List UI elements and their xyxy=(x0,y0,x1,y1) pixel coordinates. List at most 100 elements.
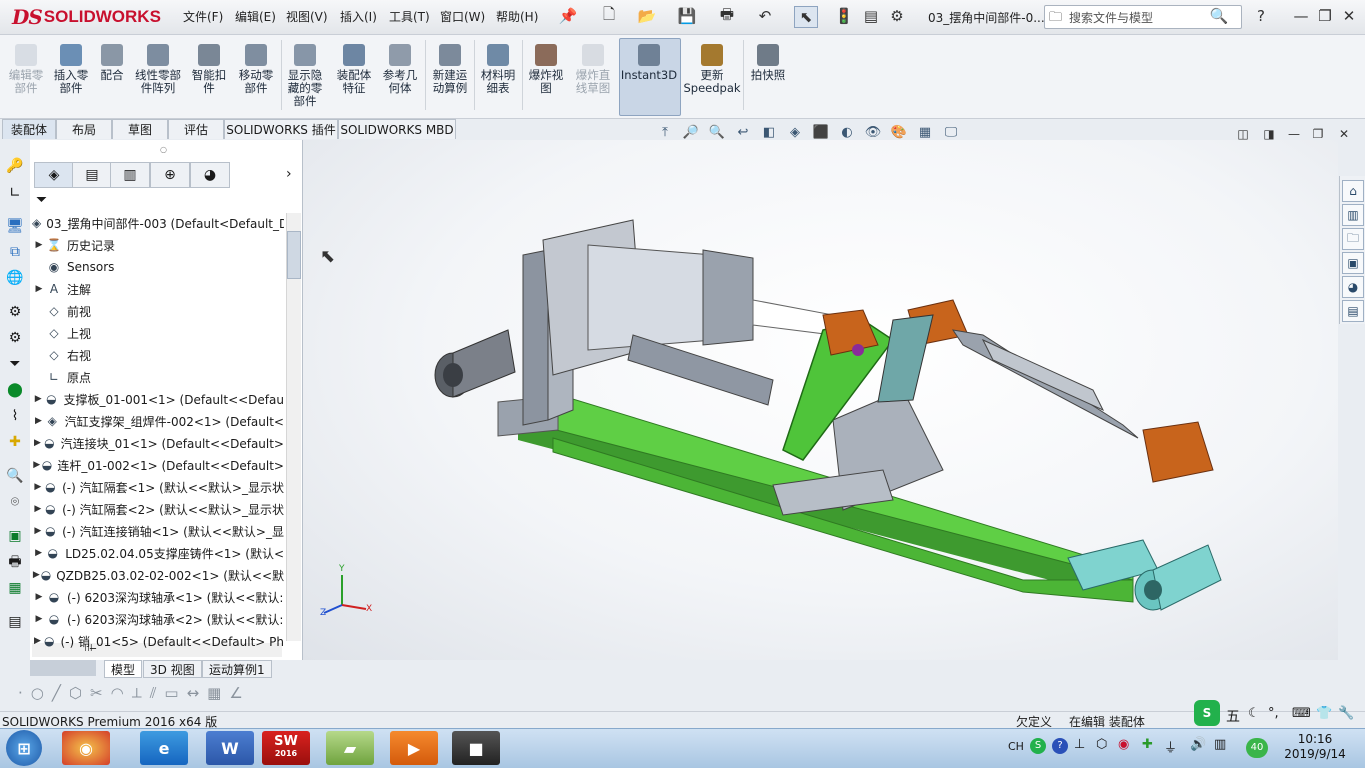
dimension-icon[interactable]: ↔ xyxy=(187,684,200,702)
new-document-icon[interactable]: 🗋 xyxy=(598,5,620,26)
minimize-icon[interactable]: — xyxy=(1290,6,1312,26)
expand-arrow-icon[interactable]: ▶ xyxy=(32,614,46,624)
expand-arrow-icon[interactable]: ▶ xyxy=(32,548,45,558)
tree-scroll-thumb[interactable] xyxy=(287,231,301,279)
zoom-to-fit-icon[interactable]: 🔎 xyxy=(681,123,701,141)
tab-model[interactable]: 模型 xyxy=(104,660,143,678)
circle-icon[interactable]: ○ xyxy=(31,684,44,702)
exploded-view-button[interactable]: 爆炸视图 xyxy=(525,38,567,112)
printer-icon[interactable]: 🖶 xyxy=(5,554,25,570)
help-icon[interactable]: ? xyxy=(1250,6,1272,26)
expand-arrow-icon[interactable]: ▶ xyxy=(32,284,46,294)
solidworks-taskbar-icon[interactable]: SW 2016 xyxy=(262,731,310,765)
tree-item[interactable]: ▶ ◒ (-) 6203深沟球轴承<2> (默认<<默认: xyxy=(32,608,284,630)
pin-icon[interactable]: 📌 xyxy=(557,6,579,26)
bucket-icon[interactable]: ⏷ xyxy=(5,356,25,372)
trim-icon[interactable]: ✂ xyxy=(90,684,103,702)
tray-usb-icon[interactable]: ⏚ xyxy=(1164,737,1177,756)
tree-item[interactable]: ▶ ◒ (-) 汽缸连接销轴<1> (默认<<默认>_显 xyxy=(32,520,284,542)
traffic-light-icon[interactable]: 🚦 xyxy=(833,6,855,26)
key-icon[interactable]: 🔑 xyxy=(5,158,25,174)
media-player-icon[interactable]: ▶ xyxy=(390,731,438,765)
expand-arrow-icon[interactable]: ▶ xyxy=(32,438,43,448)
expand-arrow-icon[interactable]: ▶ xyxy=(32,482,44,492)
network-icon[interactable]: ⧉ xyxy=(5,244,25,260)
new-motion-study-button[interactable]: 新建运动算例 xyxy=(428,38,472,112)
tree-item[interactable]: ∟ 原点 xyxy=(32,366,284,388)
restore-icon[interactable]: ❐ xyxy=(1314,6,1336,26)
tree-item[interactable]: ▶ ◒ 连杆_01-002<1> (Default<<Default> xyxy=(32,454,284,476)
gear-part-icon[interactable]: ⚙ xyxy=(5,330,25,346)
assembly-model[interactable] xyxy=(303,140,1338,660)
hide-show-icon[interactable]: 👁 xyxy=(863,123,883,141)
monitor-small-icon[interactable]: 🖥 xyxy=(5,218,25,234)
open-icon[interactable]: 📂 xyxy=(636,6,658,26)
tree-item[interactable]: ▶ ⌛ 历史记录 xyxy=(32,234,284,256)
tab-motion-study[interactable]: 运动算例1 xyxy=(202,660,272,678)
tree-item[interactable]: ▶ ◒ 支撑板_01-001<1> (Default<<Defau xyxy=(32,388,284,410)
tab-layout[interactable]: 布局 xyxy=(56,119,112,139)
offset-icon[interactable]: ⫽ xyxy=(150,684,157,702)
expand-arrow-icon[interactable]: ▶ xyxy=(32,240,46,250)
bottom-tab-nav[interactable] xyxy=(30,660,96,676)
view-cube-icon[interactable]: ⬛ xyxy=(811,123,831,141)
dynamic-annotation-icon[interactable]: ◈ xyxy=(785,123,805,141)
punct-icon[interactable]: °, xyxy=(1268,706,1279,721)
dimxpert-tab-icon[interactable]: ⊕ xyxy=(150,162,190,188)
skin-icon[interactable]: 👕 xyxy=(1316,706,1332,721)
panel-grip[interactable]: ○ xyxy=(160,145,167,154)
tree-item[interactable]: ◇ 上视 xyxy=(32,322,284,344)
start-button[interactable]: ⊞ xyxy=(6,730,42,766)
expand-arrow-icon[interactable]: ▶ xyxy=(32,504,44,514)
search-icon[interactable]: 🔍 xyxy=(1208,6,1230,26)
ie-browser-icon[interactable]: e xyxy=(140,731,188,765)
scene-icon[interactable]: ▦ xyxy=(915,123,935,141)
solidworks-logo[interactable]: DS SOLIDWORKS xyxy=(12,5,161,29)
sheet-icon[interactable]: ▣ xyxy=(5,528,25,544)
menu-tools[interactable]: 工具(T) xyxy=(389,8,430,25)
chart-icon[interactable]: ▦ xyxy=(5,580,25,596)
configuration-tab-icon[interactable]: ▥ xyxy=(110,162,150,188)
feature-tree-tab-icon[interactable]: ◈ xyxy=(34,162,74,188)
tab-evaluate[interactable]: 评估 xyxy=(168,119,224,139)
tree-item[interactable]: ◇ 右视 xyxy=(32,344,284,366)
sogou-ime-icon[interactable]: S xyxy=(1194,700,1220,726)
grid-icon[interactable]: ▦ xyxy=(207,684,221,702)
tree-item[interactable]: ▶ ◒ LD25.02.04.05支撑座铸件<1> (默认< xyxy=(32,542,284,564)
smart-fastener-button[interactable]: 智能扣件 xyxy=(188,38,230,112)
bom-button[interactable]: 材料明细表 xyxy=(477,38,519,112)
network-tray-icon[interactable]: ▥ xyxy=(1214,737,1226,752)
appearance-icon[interactable]: 🎨 xyxy=(889,123,909,141)
linear-pattern-button[interactable]: 线性零部件阵列 xyxy=(132,38,184,112)
arc-icon[interactable]: ◠ xyxy=(111,684,124,702)
monitor-icon[interactable]: 🖵 xyxy=(941,123,961,141)
menu-file[interactable]: 文件(F) xyxy=(183,8,223,25)
recorder-icon[interactable]: ■ xyxy=(452,731,500,765)
location-icon[interactable]: ⬤ xyxy=(5,382,25,398)
wrench-icon[interactable]: 🔧 xyxy=(1338,706,1354,721)
ime-mode[interactable]: 五 xyxy=(1226,706,1240,726)
menu-window[interactable]: 窗口(W) xyxy=(440,8,485,25)
tree-item[interactable]: ▶ ◒ 汽连接块_01<1> (Default<<Default> xyxy=(32,432,284,454)
tree-root[interactable]: ◈ 03_摆角中间部件-003 (Default<Default_D xyxy=(32,212,284,234)
rectangle-icon[interactable]: ▭ xyxy=(164,684,178,702)
expand-arrow-icon[interactable]: ▶ xyxy=(32,636,43,646)
mate-button[interactable]: 配合 xyxy=(96,38,128,112)
tree-item[interactable]: ▶ A 注解 xyxy=(32,278,284,300)
file-properties-icon[interactable]: ▤ xyxy=(860,6,882,26)
undo-icon[interactable]: ↶ xyxy=(754,6,776,26)
system-clock[interactable]: 10:16 2019/9/14 xyxy=(1280,732,1350,762)
view-orientation-icon[interactable]: ⤒ xyxy=(655,123,675,141)
volume-icon[interactable]: 🔊 xyxy=(1190,737,1206,752)
puzzle-icon[interactable]: ✚ xyxy=(5,434,25,450)
expand-arrow-icon[interactable]: ▶ xyxy=(32,526,44,536)
tray-sogou-icon[interactable]: S xyxy=(1030,738,1046,754)
tree-item[interactable]: ◇ 前视 xyxy=(32,300,284,322)
tree-item[interactable]: ▶ ◒ (-) 6203深沟球轴承<1> (默认<<默认: xyxy=(32,586,284,608)
appearances-icon[interactable]: ◕ xyxy=(1342,276,1364,298)
design-library-icon[interactable]: ▥ xyxy=(1342,204,1364,226)
zoom-area-icon[interactable]: 🔍 xyxy=(707,123,727,141)
search-tool-icon[interactable]: 🔍 xyxy=(5,468,25,484)
explode-line-sketch-button[interactable]: 爆炸直线草图 xyxy=(571,38,615,112)
mirror-icon[interactable]: ⟂ xyxy=(132,684,142,702)
